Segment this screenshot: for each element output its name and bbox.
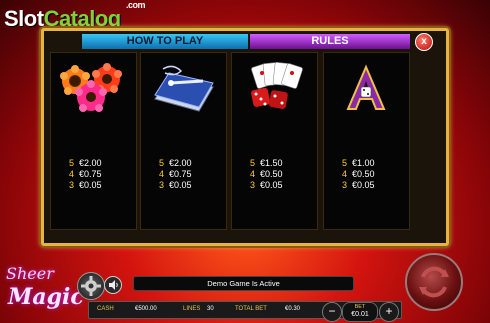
gear-icon	[81, 276, 101, 296]
cash-label: CASH	[97, 306, 114, 312]
letter-a-icon	[346, 64, 386, 110]
pay-row: 3 €0.05	[69, 180, 102, 190]
logo-line2: Magic	[8, 284, 84, 310]
pay-row: 3 €0.05	[342, 180, 375, 190]
cards-dice-icon	[251, 62, 303, 109]
cash-value: €500.00	[135, 306, 157, 312]
paytable-column-flowers: 5 €2.00 4 €0.75 3 €0.05	[50, 52, 137, 230]
logo-line1: Sheer	[6, 264, 54, 283]
flowers-icon	[60, 63, 122, 112]
pay-row: 5 €2.00	[159, 158, 192, 168]
bet-value: €0.01	[351, 311, 369, 318]
lines-label: LINES	[183, 306, 201, 312]
pay-row: 4 €0.75	[159, 169, 192, 179]
lines-value: 30	[207, 306, 214, 312]
spin-arrows-icon	[419, 266, 449, 298]
watermark-com: .com	[126, 0, 146, 10]
bet-display: BET €0.01	[342, 302, 378, 322]
pay-row: 5 €1.00	[342, 158, 375, 168]
close-button[interactable]: x	[415, 33, 433, 51]
spin-button[interactable]	[405, 253, 463, 311]
pay-row: 4 €0.75	[69, 169, 102, 179]
bet-decrease-button[interactable]: −	[322, 302, 342, 322]
pays-list: 5 €1.00 4 €0.50 3 €0.05	[342, 158, 375, 191]
paytable-column-cards: 5 €1.50 4 €0.50 3 €0.05	[231, 52, 318, 230]
pay-row: 5 €1.50	[250, 158, 283, 168]
pay-row: 4 €0.50	[250, 169, 283, 179]
tab-rules[interactable]: RULES	[250, 34, 410, 49]
paytable-column-a: 5 €1.00 4 €0.50 3 €0.05	[323, 52, 410, 230]
game-logo: Sheer Magic	[2, 264, 84, 320]
status-message: Demo Game Is Active	[133, 276, 354, 291]
pays-list: 5 €2.00 4 €0.75 3 €0.05	[159, 158, 192, 191]
pays-list: 5 €2.00 4 €0.75 3 €0.05	[69, 158, 102, 191]
total-bet-label: TOTAL BET	[235, 306, 267, 312]
paytable-column-book: 5 €2.00 4 €0.75 3 €0.05	[140, 52, 227, 230]
watermark-slot: Slot	[4, 6, 44, 31]
pay-row: 3 €0.05	[159, 180, 192, 190]
sound-button[interactable]	[104, 276, 122, 294]
paytable-panel: HOW TO PLAY RULES x 5 €2.00 4 €0.75 3 €0…	[41, 28, 449, 246]
pay-row: 5 €2.00	[69, 158, 102, 168]
bet-increase-button[interactable]: +	[379, 302, 399, 322]
pay-row: 3 €0.05	[250, 180, 283, 190]
pay-row: 4 €0.50	[342, 169, 375, 179]
bet-label: BET	[354, 304, 366, 310]
speaker-icon	[109, 280, 118, 290]
total-bet-value: €0.30	[285, 306, 301, 312]
tab-how-to-play[interactable]: HOW TO PLAY	[82, 34, 248, 49]
settings-button[interactable]	[77, 272, 105, 300]
pays-list: 5 €1.50 4 €0.50 3 €0.05	[250, 158, 283, 191]
magic-book-icon	[154, 65, 214, 112]
